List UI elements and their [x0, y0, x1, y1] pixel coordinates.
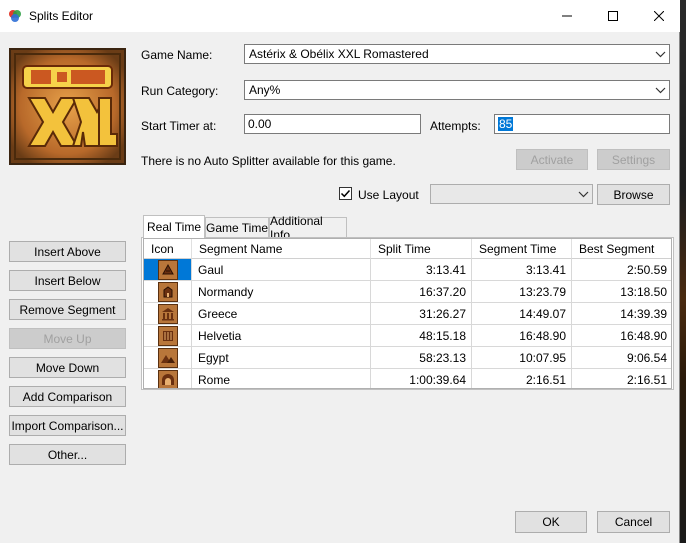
- close-button[interactable]: [636, 0, 682, 32]
- auto-splitter-status: There is no Auto Splitter available for …: [141, 154, 396, 168]
- column-header-segment-name[interactable]: Segment Name: [192, 239, 371, 259]
- best-segment-cell[interactable]: 2:16.51: [572, 369, 671, 388]
- gaul-icon: [157, 259, 178, 280]
- use-layout-label: Use Layout: [358, 188, 419, 202]
- attempts-value: 85: [498, 117, 514, 131]
- title-bar[interactable]: Splits Editor: [0, 0, 680, 32]
- table-row[interactable]: Gaul 3:13.41 3:13.41 2:50.59: [144, 259, 671, 281]
- segment-time-cell[interactable]: 16:48.90: [472, 325, 572, 347]
- table-row[interactable]: Greece 31:26.27 14:49.07 14:39.39: [144, 303, 671, 325]
- egypt-icon: [157, 347, 178, 368]
- split-time-cell[interactable]: 16:37.20: [371, 281, 472, 303]
- use-layout-checkbox[interactable]: [339, 187, 352, 200]
- segment-time-cell[interactable]: 14:49.07: [472, 303, 572, 325]
- checkmark-icon: [340, 189, 351, 198]
- table-row[interactable]: Egypt 58:23.13 10:07.95 9:06.54: [144, 347, 671, 369]
- segment-icon-cell[interactable]: [144, 259, 192, 281]
- segment-name-cell[interactable]: Egypt: [192, 347, 371, 369]
- game-name-label: Game Name:: [141, 48, 213, 62]
- remove-segment-button[interactable]: Remove Segment: [9, 299, 126, 320]
- column-header-icon[interactable]: Icon: [144, 239, 192, 259]
- chevron-down-icon: [655, 51, 666, 58]
- split-time-cell[interactable]: 31:26.27: [371, 303, 472, 325]
- best-segment-cell[interactable]: 9:06.54: [572, 347, 671, 369]
- browse-button[interactable]: Browse: [597, 184, 670, 205]
- minimize-button[interactable]: [544, 0, 590, 32]
- tab-additional-info[interactable]: Additional Info: [269, 214, 347, 242]
- layout-combobox[interactable]: [430, 184, 593, 204]
- activate-button[interactable]: Activate: [516, 149, 588, 170]
- split-time-cell[interactable]: 3:13.41: [371, 259, 472, 281]
- split-time-cell[interactable]: 58:23.13: [371, 347, 472, 369]
- start-timer-value: 0.00: [248, 117, 272, 131]
- helvetia-icon: [157, 325, 178, 346]
- run-category-label: Run Category:: [141, 84, 219, 98]
- cancel-button[interactable]: Cancel: [597, 511, 670, 533]
- move-down-button[interactable]: Move Down: [9, 357, 126, 378]
- game-logo[interactable]: [9, 48, 126, 165]
- table-row[interactable]: Helvetia 48:15.18 16:48.90 16:48.90: [144, 325, 671, 347]
- tab-game-time[interactable]: Game Time: [205, 217, 269, 237]
- settings-button[interactable]: Settings: [597, 149, 670, 170]
- ok-button[interactable]: OK: [515, 511, 587, 533]
- segment-time-cell[interactable]: 10:07.95: [472, 347, 572, 369]
- split-time-cell[interactable]: 1:00:39.64: [371, 369, 472, 388]
- grid-header: Icon Segment Name Split Time Segment Tim…: [144, 239, 671, 259]
- segment-name-cell[interactable]: Gaul: [192, 259, 371, 281]
- greece-icon: [157, 303, 178, 324]
- segment-time-cell[interactable]: 3:13.41: [472, 259, 572, 281]
- livesplit-icon: [9, 10, 21, 22]
- segment-time-cell[interactable]: 13:23.79: [472, 281, 572, 303]
- best-segment-cell[interactable]: 13:18.50: [572, 281, 671, 303]
- tab-real-time[interactable]: Real Time: [143, 215, 205, 238]
- column-header-segment-time[interactable]: Segment Time: [472, 239, 572, 259]
- segment-icon-cell[interactable]: [144, 325, 192, 347]
- minimize-icon: [562, 15, 572, 17]
- background-edge: [680, 0, 686, 543]
- segment-name-cell[interactable]: Greece: [192, 303, 371, 325]
- other-button[interactable]: Other...: [9, 444, 126, 465]
- add-comparison-button[interactable]: Add Comparison: [9, 386, 126, 407]
- segment-icon-cell[interactable]: [144, 303, 192, 325]
- rome-icon: [157, 369, 178, 388]
- close-icon: [654, 11, 664, 21]
- best-segment-cell[interactable]: 16:48.90: [572, 325, 671, 347]
- chevron-down-icon: [578, 191, 589, 198]
- attempts-label: Attempts:: [430, 119, 481, 133]
- best-segment-cell[interactable]: 2:50.59: [572, 259, 671, 281]
- segment-time-cell[interactable]: 2:16.51: [472, 369, 572, 388]
- segment-name-cell[interactable]: Rome: [192, 369, 371, 388]
- best-segment-cell[interactable]: 14:39.39: [572, 303, 671, 325]
- game-name-combobox[interactable]: Astérix & Obélix XXL Romastered: [244, 44, 670, 64]
- segments-grid[interactable]: Icon Segment Name Split Time Segment Tim…: [143, 238, 672, 389]
- maximize-icon: [608, 11, 618, 21]
- chevron-down-icon: [655, 87, 666, 94]
- column-header-best-segment[interactable]: Best Segment: [572, 239, 671, 259]
- insert-above-button[interactable]: Insert Above: [9, 241, 126, 262]
- splits-editor-window: Splits Editor Game Name: Astérix & Obéli…: [0, 0, 680, 543]
- segment-icon-cell[interactable]: [144, 369, 192, 388]
- segment-name-cell[interactable]: Helvetia: [192, 325, 371, 347]
- import-comparison-button[interactable]: Import Comparison...: [9, 415, 126, 436]
- asterix-obelix-xxl-logo: [11, 50, 124, 163]
- window-title: Splits Editor: [29, 9, 94, 23]
- segment-icon-cell[interactable]: [144, 347, 192, 369]
- maximize-button[interactable]: [590, 0, 636, 32]
- table-row[interactable]: Normandy 16:37.20 13:23.79 13:18.50: [144, 281, 671, 303]
- run-category-value: Any%: [249, 83, 281, 97]
- insert-below-button[interactable]: Insert Below: [9, 270, 126, 291]
- column-header-split-time[interactable]: Split Time: [371, 239, 472, 259]
- segment-icon-cell[interactable]: [144, 281, 192, 303]
- run-category-combobox[interactable]: Any%: [244, 80, 670, 100]
- split-time-cell[interactable]: 48:15.18: [371, 325, 472, 347]
- start-timer-label: Start Timer at:: [141, 119, 217, 133]
- move-up-button[interactable]: Move Up: [9, 328, 126, 349]
- normandy-icon: [157, 281, 178, 302]
- segment-name-cell[interactable]: Normandy: [192, 281, 371, 303]
- table-row[interactable]: Rome 1:00:39.64 2:16.51 2:16.51: [144, 369, 671, 388]
- start-timer-input[interactable]: 0.00: [244, 114, 421, 134]
- attempts-input[interactable]: 85: [494, 114, 670, 134]
- game-name-value: Astérix & Obélix XXL Romastered: [249, 47, 429, 61]
